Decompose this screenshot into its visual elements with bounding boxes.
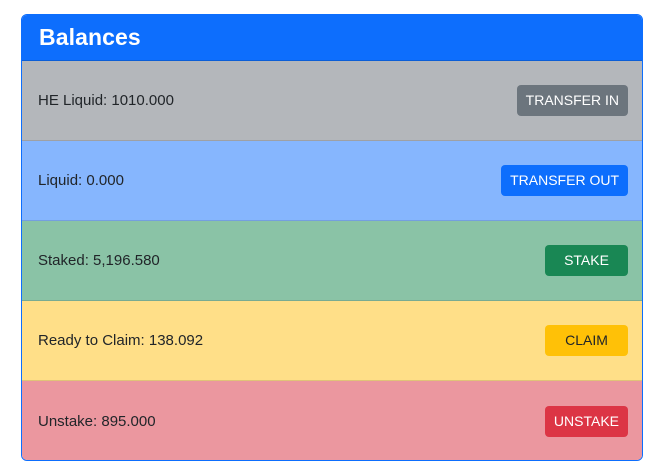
unstake-row: Unstake: 895.000 UNSTAKE [22, 381, 642, 460]
he-liquid-row: HE Liquid: 1010.000 TRANSFER IN [22, 61, 642, 141]
balances-card: Balances HE Liquid: 1010.000 TRANSFER IN… [21, 14, 643, 461]
unstake-balance: Unstake: 895.000 [38, 412, 156, 430]
transfer-out-button[interactable]: TRANSFER OUT [501, 165, 628, 196]
ready-to-claim-balance: Ready to Claim: 138.092 [38, 332, 204, 349]
staked-balance: Staked: 5,196.580 [38, 252, 160, 269]
card-title: Balances [39, 24, 141, 50]
liquid-balance: Liquid: 0.000 [38, 172, 124, 189]
transfer-in-button[interactable]: TRANSFER IN [516, 85, 628, 116]
claim-button[interactable]: CLAIM [545, 325, 628, 356]
ready-to-claim-row: Ready to Claim: 138.092 CLAIM [22, 301, 642, 381]
balance-list: HE Liquid: 1010.000 TRANSFER IN Liquid: … [22, 61, 642, 460]
he-liquid-balance: HE Liquid: 1010.000 [38, 92, 174, 109]
card-header: Balances [22, 15, 642, 61]
stake-button[interactable]: STAKE [545, 245, 628, 276]
staked-row: Staked: 5,196.580 STAKE [22, 221, 642, 301]
liquid-row: Liquid: 0.000 TRANSFER OUT [22, 141, 642, 221]
unstake-button[interactable]: UNSTAKE [544, 405, 628, 437]
